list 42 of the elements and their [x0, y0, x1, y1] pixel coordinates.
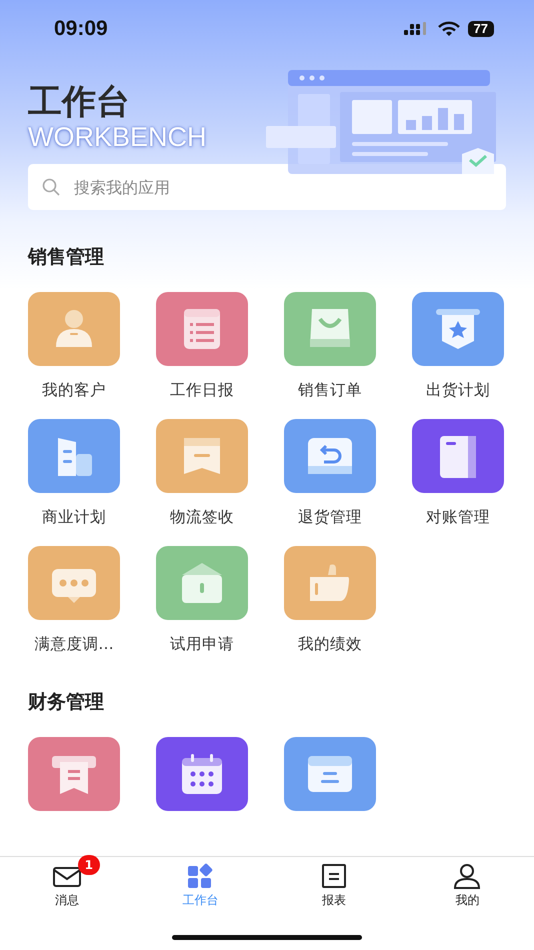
- status-time: 09:09: [54, 17, 108, 41]
- app-label: 商业计划: [42, 507, 106, 528]
- app-tile[interactable]: [28, 419, 120, 493]
- app-tile[interactable]: [156, 737, 248, 811]
- tab-item[interactable]: 我的: [400, 857, 534, 909]
- section-title: 销售管理: [28, 245, 105, 270]
- search-icon: [42, 178, 60, 196]
- app-label: 出货计划: [426, 380, 490, 401]
- tab-item[interactable]: 报表: [267, 857, 400, 909]
- app-tile[interactable]: [412, 419, 504, 493]
- app-tile[interactable]: [284, 419, 376, 493]
- app-tile[interactable]: [284, 546, 376, 620]
- unread-badge: 1: [78, 855, 100, 875]
- app-label: 试用申请: [170, 634, 234, 655]
- app-tile[interactable]: [412, 292, 504, 366]
- app-tile[interactable]: [156, 546, 248, 620]
- app-label: 我的客户: [42, 380, 106, 401]
- app-tile[interactable]: [28, 546, 120, 620]
- app-tile[interactable]: [156, 419, 248, 493]
- page-title: 工作台: [28, 82, 131, 122]
- app-tile[interactable]: [156, 292, 248, 366]
- app-label: 销售订单: [298, 380, 362, 401]
- app-tile[interactable]: [28, 737, 120, 811]
- app-label: 我的绩效: [298, 634, 362, 655]
- page-subtitle: WORKBENCH: [28, 122, 207, 152]
- section-title: 财务管理: [28, 690, 105, 715]
- apps-icon: [185, 863, 216, 889]
- app-tile[interactable]: [284, 737, 376, 811]
- app-tile[interactable]: [28, 292, 120, 366]
- app-label: 工作日报: [170, 380, 234, 401]
- app-label: 退货管理: [298, 507, 362, 528]
- app-label: 满意度调…: [34, 634, 114, 655]
- search-bar[interactable]: 搜索我的应用: [28, 164, 506, 210]
- wifi-icon: [438, 21, 460, 37]
- search-field[interactable]: 搜索我的应用: [72, 176, 492, 198]
- user-icon: [452, 863, 482, 889]
- app-label: 物流签收: [170, 507, 234, 528]
- battery-icon: 77: [468, 21, 494, 37]
- star-icon: [434, 307, 482, 351]
- app-tile[interactable]: [284, 292, 376, 366]
- app-label: 对账管理: [426, 507, 490, 528]
- tab-item[interactable]: 1 消息: [0, 857, 134, 909]
